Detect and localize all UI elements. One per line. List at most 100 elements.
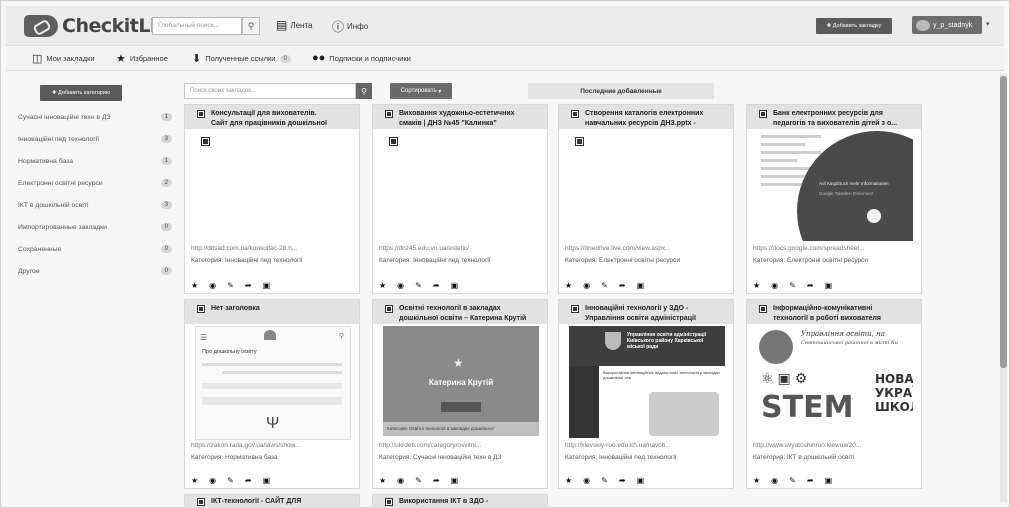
bookmark-card[interactable]: Освітні технології в закладах дошкільної… (372, 299, 548, 489)
edit-icon[interactable]: ✎ (601, 281, 608, 290)
sort-dropdown[interactable]: Сортировать ▾ (390, 83, 452, 99)
eye-icon[interactable]: ◉ (583, 281, 590, 290)
bookmark-card[interactable]: Виховання художньо-естетичних смаків | Д… (372, 104, 548, 294)
card-title[interactable]: Банк електронних ресурсів для (773, 109, 883, 119)
card-title[interactable]: Освітні технології в закладах (399, 304, 501, 314)
bookmark-card[interactable]: Банк електронних ресурсів для педагогів … (746, 104, 922, 294)
eye-icon[interactable]: ◉ (209, 281, 216, 290)
category-item[interactable]: Сучасні інноваційні техн в ДЗ 1 (12, 106, 178, 128)
star-icon[interactable]: ★ (753, 281, 760, 290)
card-title[interactable]: ІКТ-технології - САЙТ ДЛЯ (211, 497, 301, 507)
thumbnail-heading: Управління освіти, на (801, 330, 885, 338)
trash-icon[interactable]: ▣ (637, 476, 645, 485)
recent-added-label[interactable]: Последние добавленные (528, 83, 714, 99)
eye-icon[interactable]: ◉ (397, 281, 404, 290)
star-icon[interactable]: ★ (379, 281, 386, 290)
card-title[interactable]: Інноваційні технології у ЗДО - (585, 304, 688, 314)
category-item[interactable]: ІКТ в дошкільній освіті 3 (12, 194, 178, 216)
scrollbar-thumb[interactable] (1000, 76, 1007, 368)
edit-icon[interactable]: ✎ (601, 476, 608, 485)
star-icon[interactable]: ★ (191, 281, 198, 290)
user-menu-button[interactable]: y_p_stadnyk (912, 16, 982, 34)
card-thumbnail[interactable]: ★ Катерина Крутій Категорія: Освітні тех… (383, 326, 539, 436)
bookmark-card[interactable]: Нет заголовка ☰ ⚲ Про дошкільну освіту Ψ… (184, 299, 360, 489)
edit-icon[interactable]: ✎ (789, 281, 796, 290)
card-url[interactable]: http://www.svyatoshinruo.kiev.ua/20... (753, 442, 917, 449)
caret-down-icon[interactable]: ▾ (986, 20, 990, 28)
star-icon[interactable]: ★ (191, 476, 198, 485)
eye-icon[interactable]: ◉ (397, 476, 404, 485)
card-title[interactable]: Створення каталогів електронних (585, 109, 703, 119)
trash-icon[interactable]: ▣ (263, 476, 271, 485)
category-item[interactable]: Інноваційні пед технології 3 (12, 128, 178, 150)
share-icon[interactable]: ➦ (619, 476, 626, 485)
filter-search-button[interactable]: ⚲ (356, 83, 372, 99)
nav-info[interactable]: ⓘ Инфо (332, 18, 368, 35)
card-url[interactable]: http://ditsad.com.ua/konsultac-28.h... (191, 245, 355, 252)
edit-icon[interactable]: ✎ (227, 476, 234, 485)
trash-icon[interactable]: ▣ (825, 281, 833, 290)
card-thumbnail[interactable]: Управління освіти, на Святошинської райо… (757, 326, 913, 438)
card-url[interactable]: http://kievskiy-ruo.edu.kh.ua/navch... (565, 442, 729, 449)
category-item[interactable]: Сохраненные 0 (12, 238, 178, 260)
card-url[interactable]: https://docs.google.com/spreadsheet... (753, 245, 917, 252)
card-thumbnail[interactable]: ☰ ⚲ Про дошкільну освіту Ψ (195, 326, 351, 440)
star-icon[interactable]: ★ (753, 476, 760, 485)
trash-icon[interactable]: ▣ (451, 281, 459, 290)
edit-icon[interactable]: ✎ (227, 281, 234, 290)
star-icon[interactable]: ★ (379, 476, 386, 485)
bookmark-card[interactable]: ІКТ-технології - САЙТ ДЛЯ (184, 494, 360, 508)
bookmark-card[interactable]: Інформаційно-комунікативні технології в … (746, 299, 922, 489)
share-icon[interactable]: ➦ (433, 476, 440, 485)
share-icon[interactable]: ➦ (245, 476, 252, 485)
trash-icon[interactable]: ▣ (263, 281, 271, 290)
share-icon[interactable]: ➦ (619, 281, 626, 290)
star-icon[interactable]: ★ (565, 476, 572, 485)
star-icon[interactable]: ★ (565, 281, 572, 290)
card-thumbnail[interactable]: Управління освіти адміністрації Київсько… (569, 326, 725, 438)
trash-icon[interactable]: ▣ (637, 281, 645, 290)
add-bookmark-button[interactable]: ✚ Добавить закладку (816, 18, 892, 34)
category-item[interactable]: Импортированные закладки 0 (12, 216, 178, 238)
tab-subscriptions[interactable]: ●● Подписки и подписчики (312, 52, 411, 64)
edit-icon[interactable]: ✎ (415, 281, 422, 290)
share-icon[interactable]: ➦ (807, 476, 814, 485)
bookmark-card[interactable]: Інноваційні технології у ЗДО - Управлінн… (558, 299, 734, 489)
card-url[interactable]: https://zakon.rada.gov.ua/laws/show... (191, 442, 355, 449)
card-url[interactable]: https://dnz45.edu.vn.ua/estetic/ (379, 245, 543, 252)
card-title[interactable]: Використання ІКТ в ЗДО - (399, 497, 488, 507)
card-title[interactable]: Виховання художньо-естетичних (399, 109, 515, 119)
global-search-input[interactable]: Глобальный поиск... (152, 17, 242, 35)
card-title[interactable]: Інформаційно-комунікативні (773, 304, 872, 314)
tab-received-links[interactable]: ⬇ Полученные ссылки 0 (192, 52, 291, 65)
search-button[interactable]: ⚲ (242, 17, 260, 35)
tab-favorites[interactable]: ★ Избранное (116, 52, 168, 65)
share-icon[interactable]: ➦ (807, 281, 814, 290)
trash-icon[interactable]: ▣ (825, 476, 833, 485)
bookmark-card[interactable]: Використання ІКТ в ЗДО - (372, 494, 548, 508)
thumbnail-heading: Про дошкільну освіту (202, 349, 257, 355)
card-url[interactable]: http://ukrdeti.com/category/osvitni... (379, 442, 543, 449)
nav-feed[interactable]: ▤ Лента (276, 18, 312, 32)
eye-icon[interactable]: ◉ (583, 476, 590, 485)
eye-icon[interactable]: ◉ (771, 281, 778, 290)
bookmark-card[interactable]: Створення каталогів електронних навчальн… (558, 104, 734, 294)
bookmark-filter-input[interactable]: Поиск своих закладок... (184, 83, 356, 99)
card-url[interactable]: https://onedrive.live.com/view.aspx... (565, 245, 729, 252)
trash-icon[interactable]: ▣ (451, 476, 459, 485)
card-thumbnail[interactable]: Auf Kingdrtuck mehr Informationen Google… (757, 131, 913, 241)
card-title[interactable]: Консультації для вихователів. (211, 109, 317, 119)
eye-icon[interactable]: ◉ (771, 476, 778, 485)
tab-my-bookmarks[interactable]: ◫ Мои закладки (32, 52, 95, 65)
card-title[interactable]: Нет заголовка (211, 304, 260, 314)
share-icon[interactable]: ➦ (433, 281, 440, 290)
edit-icon[interactable]: ✎ (415, 476, 422, 485)
edit-icon[interactable]: ✎ (789, 476, 796, 485)
eye-icon[interactable]: ◉ (209, 476, 216, 485)
share-icon[interactable]: ➦ (245, 281, 252, 290)
category-item[interactable]: Нормативна база 1 (12, 150, 178, 172)
category-item[interactable]: Електронні освітні ресурси 2 (12, 172, 178, 194)
add-category-button[interactable]: ✚ Добавить категорию (40, 85, 122, 101)
bookmark-card[interactable]: Консультації для вихователів. Сайт для п… (184, 104, 360, 294)
category-item[interactable]: Другое 0 (12, 260, 178, 282)
